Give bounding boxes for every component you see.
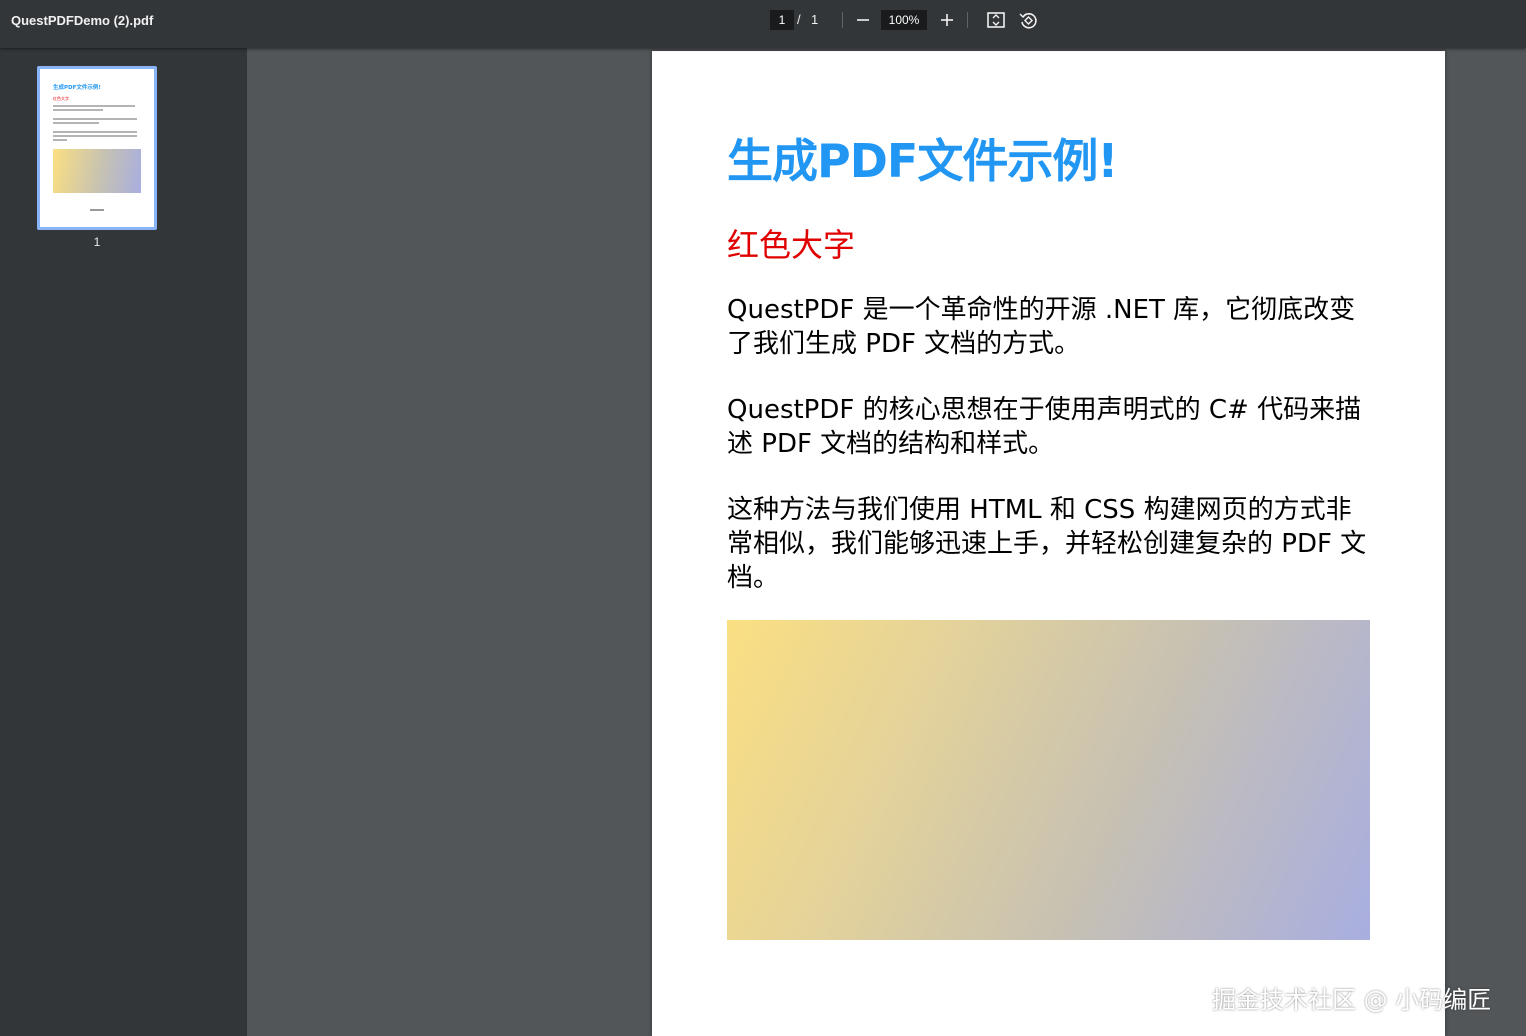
thumbnail-preview: 生成PDF文件示例! 红色大字 xyxy=(40,69,154,227)
total-pages: 1 xyxy=(811,12,819,27)
thumbnail-text-line xyxy=(53,139,67,141)
thumbnail-text-line xyxy=(53,105,135,107)
thumbnail-sidebar: 生成PDF文件示例! 红色大字 1 xyxy=(0,48,247,1036)
document-paragraph: 这种方法与我们使用 HTML 和 CSS 构建网页的方式非常相似，我们能够迅速上… xyxy=(727,495,1367,593)
gradient-image xyxy=(727,620,1370,940)
toolbar-divider xyxy=(967,12,968,28)
minus-icon xyxy=(857,19,869,21)
current-page-input[interactable]: 1 xyxy=(770,10,794,30)
thumbnail-text-line xyxy=(53,118,137,120)
thumbnail-title: 生成PDF文件示例! xyxy=(53,85,101,91)
zoom-in-button[interactable] xyxy=(936,9,958,31)
zoom-out-button[interactable] xyxy=(852,9,874,31)
rotate-icon xyxy=(1019,13,1037,29)
thumbnail-subtitle: 红色大字 xyxy=(53,96,69,101)
rotate-button[interactable] xyxy=(1017,9,1039,31)
thumbnail-text-line xyxy=(53,131,137,133)
thumbnail-gradient xyxy=(53,149,141,193)
thumbnail-text-line xyxy=(53,135,137,137)
document-paragraph: QuestPDF 的核心思想在于使用声明式的 C# 代码来描述 PDF 文档的结… xyxy=(727,395,1362,459)
thumbnail-text-line xyxy=(53,109,103,111)
fit-to-page-icon xyxy=(987,12,1005,28)
thumbnail-page-number: 1 xyxy=(93,235,101,249)
fit-page-button[interactable] xyxy=(985,9,1007,31)
toolbar-divider xyxy=(842,12,843,28)
page-thumbnail[interactable]: 生成PDF文件示例! 红色大字 xyxy=(37,66,157,230)
zoom-level-input[interactable]: 100% xyxy=(881,10,927,30)
document-paragraph: QuestPDF 是一个革命性的开源 .NET 库，它彻底改变了我们生成 PDF… xyxy=(727,295,1356,359)
watermark: 掘金技术社区 @ 小码编匠 xyxy=(1212,986,1492,1014)
thumbnail-footer xyxy=(90,209,104,211)
pdf-page: 生成PDF文件示例! 红色大字 QuestPDF 是一个革命性的开源 .NET … xyxy=(652,51,1445,1036)
page-separator: / xyxy=(797,12,801,27)
document-title: 生成PDF文件示例! xyxy=(727,134,1118,188)
plus-icon xyxy=(941,14,953,26)
document-subtitle: 红色大字 xyxy=(727,226,856,264)
thumbnail-text-line xyxy=(53,122,99,124)
file-title: QuestPDFDemo (2).pdf xyxy=(11,13,154,28)
pdf-toolbar: QuestPDFDemo (2).pdf 1 / 1 100% xyxy=(0,0,1526,48)
